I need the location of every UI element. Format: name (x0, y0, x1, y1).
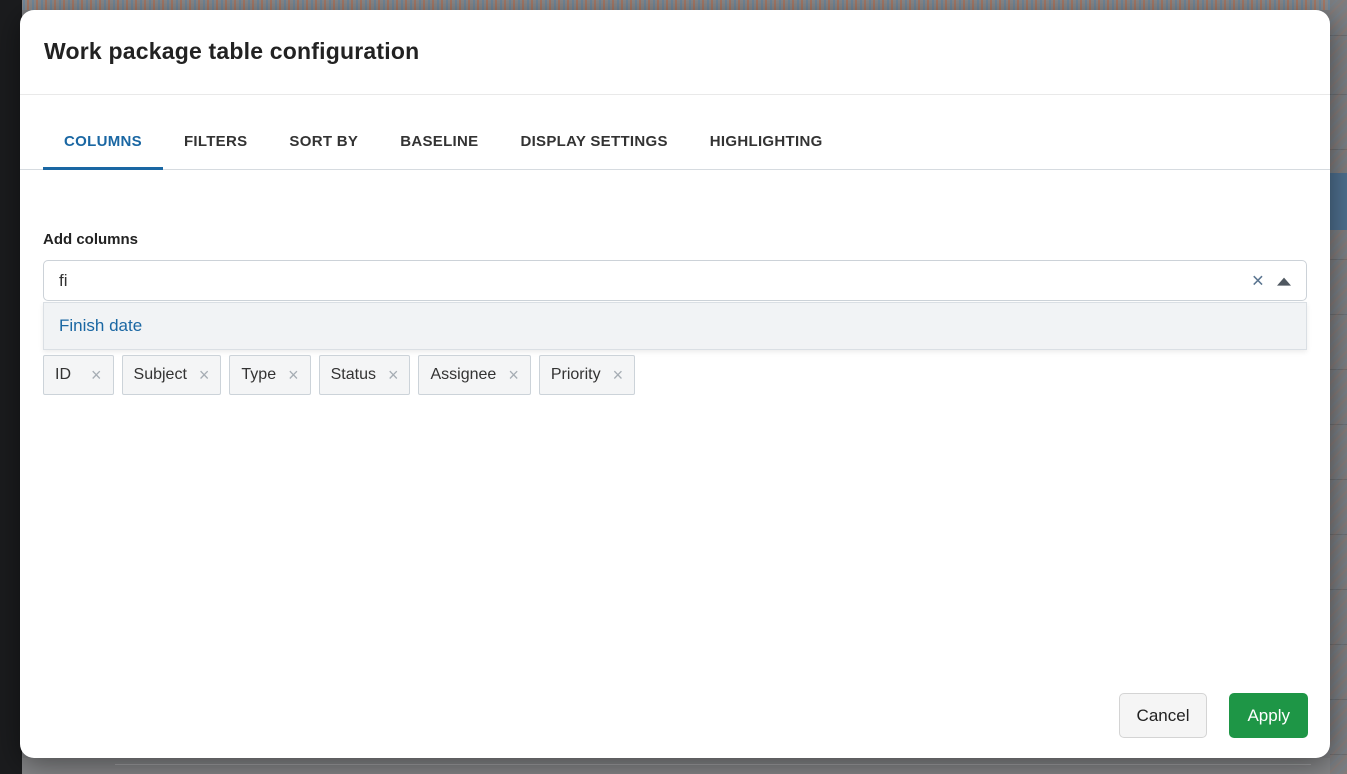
tab-baseline[interactable]: BASELINE (379, 95, 499, 169)
chip-label: Priority (551, 366, 601, 384)
apply-button[interactable]: Apply (1229, 693, 1308, 738)
column-chip-subject: Subject × (122, 355, 222, 395)
tab-highlighting[interactable]: HIGHLIGHTING (689, 95, 844, 169)
column-chip-assignee: Assignee × (418, 355, 530, 395)
remove-column-icon[interactable]: × (199, 366, 210, 384)
background-footer-area (22, 758, 1330, 774)
chip-label: Status (331, 366, 376, 384)
tab-bar: COLUMNS FILTERS SORT BY BASELINE DISPLAY… (20, 95, 1330, 170)
add-columns-label: Add columns (43, 231, 1307, 248)
background-footer-divider (115, 764, 1311, 765)
background-sidebar (0, 0, 22, 774)
column-chip-id: ID × (43, 355, 114, 395)
chip-label: ID (55, 366, 71, 384)
cancel-button[interactable]: Cancel (1119, 693, 1208, 738)
modal-footer: Cancel Apply (1119, 693, 1308, 738)
columns-tab-content: Add columns × Finish date ID × Subject ×… (20, 231, 1330, 395)
remove-column-icon[interactable]: × (288, 366, 299, 384)
tab-sort-by[interactable]: SORT BY (268, 95, 379, 169)
add-columns-select[interactable]: × (43, 260, 1307, 301)
caret-up-icon[interactable] (1277, 277, 1291, 285)
chip-label: Type (241, 366, 276, 384)
remove-column-icon[interactable]: × (388, 366, 399, 384)
work-package-config-modal: Work package table configuration COLUMNS… (20, 10, 1330, 758)
background-pattern-strip (0, 0, 1347, 10)
tab-display-settings[interactable]: DISPLAY SETTINGS (499, 95, 688, 169)
tab-columns[interactable]: COLUMNS (43, 95, 163, 169)
column-search-input[interactable] (44, 261, 1306, 300)
chip-label: Subject (134, 366, 187, 384)
tab-filters[interactable]: FILTERS (163, 95, 268, 169)
column-chip-status: Status × (319, 355, 411, 395)
remove-column-icon[interactable]: × (91, 366, 102, 384)
remove-column-icon[interactable]: × (508, 366, 519, 384)
modal-header: Work package table configuration (20, 10, 1330, 95)
background-selected-row (1330, 173, 1347, 230)
autocomplete-dropdown: Finish date (43, 302, 1307, 350)
modal-title: Work package table configuration (44, 38, 1306, 65)
clear-input-icon[interactable]: × (1252, 270, 1264, 291)
background-table-edge (1330, 0, 1347, 774)
column-chip-type: Type × (229, 355, 310, 395)
column-chip-priority: Priority × (539, 355, 635, 395)
remove-column-icon[interactable]: × (613, 366, 624, 384)
selected-columns-list: ID × Subject × Type × Status × Assignee … (43, 355, 1307, 395)
dropdown-option-finish-date[interactable]: Finish date (44, 303, 1306, 349)
chip-label: Assignee (430, 366, 496, 384)
